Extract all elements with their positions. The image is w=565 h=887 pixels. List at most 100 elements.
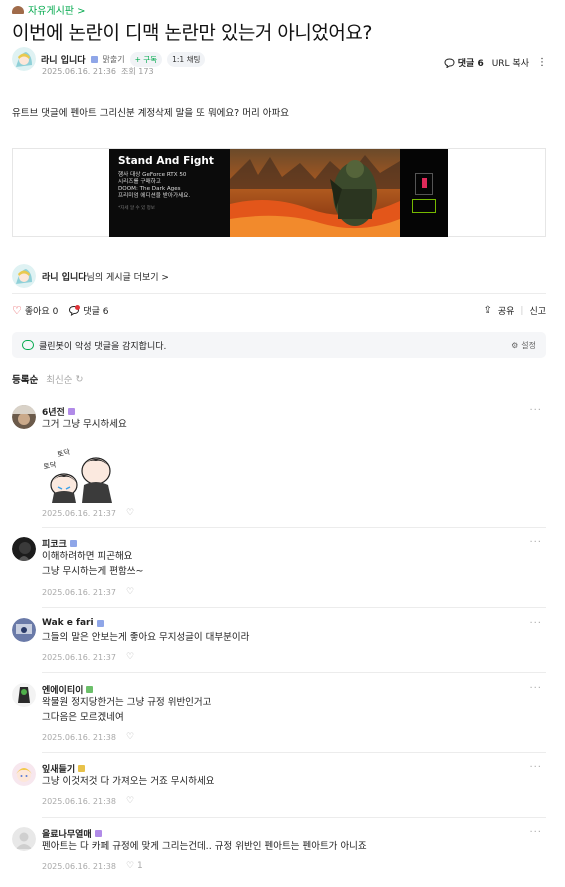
geforce-box-icon xyxy=(412,199,436,213)
share-report: ⇪ 공유 | 신고 xyxy=(483,304,546,317)
level-badge-icon xyxy=(96,619,104,627)
commenter-name[interactable]: 올료나무열매 xyxy=(42,827,92,840)
more-vertical-icon[interactable]: ⋮ xyxy=(537,57,547,68)
separator: | xyxy=(520,305,524,316)
divider xyxy=(42,752,546,753)
cleanbot-text: 클린봇이 악성 댓글을 감지합니다. xyxy=(39,341,167,352)
comment-text: 그다음은 모르겠네여 xyxy=(42,711,124,723)
commenter-name[interactable]: Wak e fari xyxy=(42,618,94,628)
comment-date: 2025.06.16. 21:37 xyxy=(42,652,116,662)
share-icon[interactable]: ⇪ xyxy=(483,305,491,316)
comment-like-button[interactable]: ♡ xyxy=(126,732,137,742)
doom-box-icon xyxy=(415,173,433,195)
comment-more-icon[interactable]: ··· xyxy=(529,827,542,838)
comment-like-button[interactable]: ♡ xyxy=(126,508,137,518)
comment-text: 그냥 이것저것 다 가져오는 거죠 무시하세요 xyxy=(42,776,215,787)
comment-item: 엔에이티이 왁물원 정지당한거는 그냥 규정 위반인거고 그다음은 모르겠네여 … xyxy=(12,683,546,753)
commenter-avatar[interactable] xyxy=(12,537,36,561)
heart-outline-icon: ♡ xyxy=(125,796,135,806)
post-tools: 댓글 6 URL 복사 ⋮ xyxy=(444,56,547,69)
post-date: 2025.06.16. 21:36 xyxy=(42,67,116,76)
divider xyxy=(42,672,546,673)
post-views: 조회 173 xyxy=(121,67,154,76)
commenter-name[interactable]: 피코크 xyxy=(42,537,67,550)
sticker-text: 토닥 xyxy=(56,447,71,459)
comment-more-icon[interactable]: ··· xyxy=(529,618,542,629)
comment-like-button[interactable]: ♡ xyxy=(126,587,137,597)
author-posts-link[interactable]: 라니 입니다님의 게시글 더보기 > xyxy=(12,264,169,288)
commenter-name[interactable]: 6년전 xyxy=(42,405,65,418)
level-badge-icon xyxy=(78,765,86,772)
refresh-icon[interactable]: ↻ xyxy=(75,374,83,385)
profile-link-suffix: 님의 게시글 더보기 > xyxy=(86,272,169,283)
comment-more-icon[interactable]: ··· xyxy=(529,683,542,694)
commenter-avatar[interactable] xyxy=(12,827,36,851)
comment-date: 2025.06.16. 21:37 xyxy=(42,508,116,518)
commenter-avatar[interactable] xyxy=(12,405,36,429)
cleanbot-settings-label: 설정 xyxy=(521,340,536,350)
sticker-text: 토닥 xyxy=(43,460,58,471)
author-name[interactable]: 라니 입니다 xyxy=(41,53,86,66)
cleanbot-settings-button[interactable]: ⚙ 설정 xyxy=(511,340,536,351)
comment-count-button[interactable]: 댓글 6 xyxy=(444,56,484,69)
level-badge-icon xyxy=(69,540,77,547)
commenter-name[interactable]: 엔에이티이 xyxy=(42,683,83,696)
comment-text: 왁물원 정지당한거는 그냥 규정 위반인거고 xyxy=(42,697,212,708)
comment-item: 올료나무열매 펜아트는 다 카페 규정에 맞게 그리는건데.. 규정 위반인 펜… xyxy=(12,827,546,877)
comment-date: 2025.06.16. 21:38 xyxy=(42,796,116,806)
comment-icon xyxy=(444,57,455,68)
gear-icon: ⚙ xyxy=(511,340,519,350)
breadcrumb[interactable]: 자유게시판 > xyxy=(12,2,86,17)
like-button[interactable]: ♡ 좋아요 0 xyxy=(12,304,58,317)
comment-more-icon[interactable]: ··· xyxy=(529,537,542,548)
commenter-name[interactable]: 잎새들기 xyxy=(42,762,75,775)
cleanbot-icon xyxy=(22,340,34,350)
comment-more-icon[interactable]: ··· xyxy=(529,405,542,416)
sort-latest-tab[interactable]: 최신순 ↻ xyxy=(46,372,83,387)
divider xyxy=(12,293,546,294)
chat-button[interactable]: 1:1 채팅 xyxy=(167,51,206,67)
comment-icon xyxy=(69,305,81,316)
ad-line: 프리미엄 에디션을 받아가세요. xyxy=(118,193,191,199)
report-button[interactable]: 신고 xyxy=(529,304,546,317)
comment-date: 2025.06.16. 21:38 xyxy=(42,732,116,742)
comments-button[interactable]: 댓글 6 xyxy=(68,304,108,317)
comment-text: 그냥 무시하는게 편함쓰~ xyxy=(42,565,144,577)
comment-like-button[interactable]: ♡ 1 xyxy=(126,861,143,871)
commenter-avatar[interactable] xyxy=(12,683,36,707)
heart-outline-icon: ♡ xyxy=(125,732,135,742)
comment-item: 잎새들기 그냥 이것저것 다 가져오는 거죠 무시하세요 2025.06.16.… xyxy=(12,762,546,822)
ad-artwork xyxy=(230,149,400,237)
post-actions: ♡ 좋아요 0 댓글 6 xyxy=(12,304,108,317)
commenter-avatar[interactable] xyxy=(12,618,36,642)
subscribe-button[interactable]: + 구독 xyxy=(129,51,163,67)
divider xyxy=(42,817,546,818)
cleanbot-banner: 클린봇이 악성 댓글을 감지합니다. ⚙ 설정 xyxy=(12,332,546,358)
comment-like-button[interactable]: ♡ xyxy=(126,652,137,662)
level-badge-icon xyxy=(94,830,102,837)
comment-item: Wak e fari 그들의 말은 안보는게 좋아요 무지성글이 대부분이라 2… xyxy=(12,618,546,678)
ad-line: 행사 대상 GeForce RTX 50 xyxy=(118,172,187,178)
commenter-avatar[interactable] xyxy=(12,762,36,786)
comment-more-icon[interactable]: ··· xyxy=(529,762,542,773)
breadcrumb-label[interactable]: 자유게시판 > xyxy=(28,2,86,17)
comments-label: 댓글 6 xyxy=(83,307,109,317)
author-avatar[interactable] xyxy=(12,47,36,71)
comment-like-button[interactable]: ♡ xyxy=(126,796,137,806)
share-button[interactable]: 공유 xyxy=(498,304,515,317)
ad-product-panel xyxy=(400,149,448,237)
comment-date: 2025.06.16. 21:37 xyxy=(42,587,116,597)
like-label: 좋아요 0 xyxy=(24,307,59,317)
level-badge-icon xyxy=(86,686,94,693)
ad-line: DOOM: The Dark Ages xyxy=(118,186,181,192)
divider xyxy=(42,607,546,608)
comment-sort: 등록순 최신순 ↻ xyxy=(12,372,83,387)
ad-title: Stand And Fight xyxy=(118,155,214,167)
cafe-icon xyxy=(12,5,24,14)
sort-registered-tab[interactable]: 등록순 xyxy=(12,372,38,386)
ad-banner[interactable]: Stand And Fight 행사 대상 GeForce RTX 50 시리즈… xyxy=(109,149,448,237)
divider xyxy=(42,527,546,528)
comment-item: 피코크 이해하려하면 피곤해요 그냥 무시하는게 편함쓰~ 2025.06.16… xyxy=(12,537,546,607)
copy-url-button[interactable]: URL 복사 xyxy=(492,56,529,69)
sort-latest-label: 최신순 xyxy=(46,375,73,386)
